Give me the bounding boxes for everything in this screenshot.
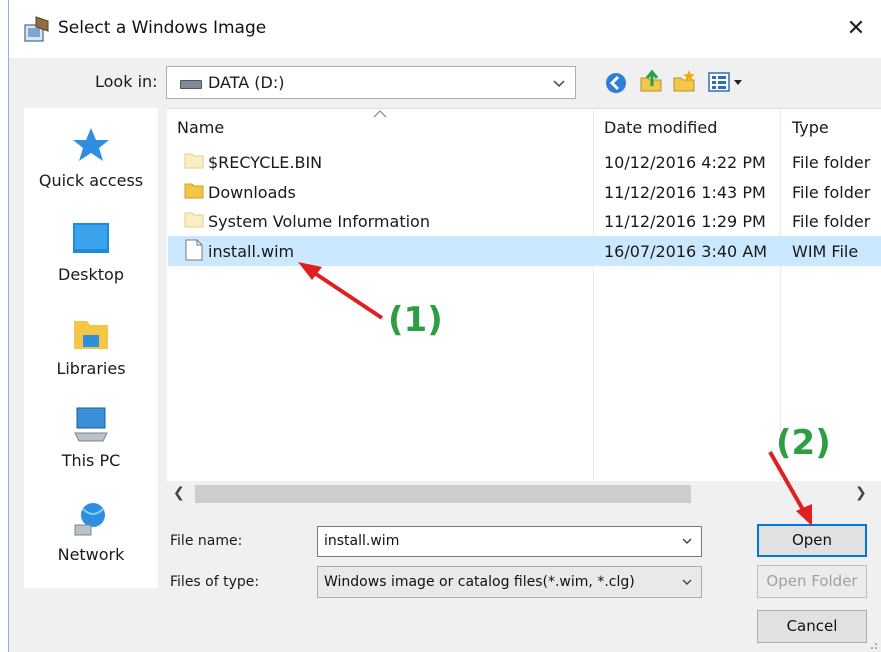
file-type: File folder [792, 183, 871, 202]
file-name: System Volume Information [208, 212, 430, 231]
place-this-pc[interactable]: This PC [24, 405, 158, 470]
file-date: 16/07/2016 3:40 AM [604, 242, 768, 261]
place-libraries[interactable]: Libraries [24, 313, 158, 378]
libraries-icon [74, 321, 108, 349]
folder-icon [184, 212, 204, 228]
file-name-value: install.wim [324, 533, 400, 549]
place-label: Network [57, 545, 125, 564]
new-folder-icon[interactable] [671, 68, 697, 94]
scroll-left-icon[interactable]: ❮ [173, 485, 185, 501]
chevron-down-icon[interactable] [552, 76, 566, 90]
scrollbar-thumb[interactable] [195, 485, 691, 503]
file-type: File folder [792, 153, 871, 172]
file-type-value: Windows image or catalog files(*.wim, *.… [324, 574, 635, 590]
folder-icon [184, 183, 204, 199]
drive-icon [180, 80, 202, 89]
file-date: 10/12/2016 4:22 PM [604, 153, 766, 172]
file-name: $RECYCLE.BIN [208, 153, 323, 172]
windows-image-icon [24, 16, 49, 42]
look-in-label: Look in: [95, 72, 158, 91]
file-type-label: Files of type: [170, 574, 260, 590]
file-icon [185, 239, 203, 261]
view-menu-icon[interactable] [708, 71, 748, 93]
computer-icon [74, 407, 108, 442]
sort-ascending-icon [373, 110, 387, 118]
place-label: Desktop [58, 265, 124, 284]
place-desktop[interactable]: Desktop [24, 219, 158, 284]
file-name: install.wim [208, 242, 295, 261]
star-icon [73, 128, 109, 161]
file-date: 11/12/2016 1:43 PM [604, 183, 766, 202]
place-label: Quick access [38, 171, 144, 190]
network-icon [74, 503, 105, 536]
folder-icon [184, 153, 204, 169]
open-button[interactable]: Open [757, 524, 867, 557]
place-label: This PC [61, 451, 121, 470]
file-name-label: File name: [170, 533, 243, 549]
place-network[interactable]: Network [24, 499, 158, 564]
scroll-right-icon[interactable]: ❯ [855, 485, 867, 501]
open-folder-button[interactable]: Open Folder [757, 565, 867, 598]
annotation-step-1: (1) [388, 300, 443, 340]
column-header-name[interactable]: Name [177, 118, 224, 137]
file-date: 11/12/2016 1:29 PM [604, 212, 766, 231]
resize-grip-icon[interactable] [866, 638, 878, 650]
column-header-date[interactable]: Date modified [604, 118, 717, 137]
desktop-icon [73, 223, 109, 253]
up-folder-icon[interactable] [638, 68, 664, 94]
close-button[interactable]: ✕ [836, 8, 876, 50]
file-name: Downloads [208, 183, 296, 202]
cancel-button[interactable]: Cancel [757, 610, 867, 643]
look-in-value: DATA (D:) [208, 73, 285, 92]
place-label: Libraries [56, 359, 126, 378]
column-header-type[interactable]: Type [792, 118, 829, 137]
place-quick-access[interactable]: Quick access [24, 125, 158, 190]
file-type: WIM File [792, 242, 859, 261]
dialog-title: Select a Windows Image [58, 18, 267, 38]
chevron-down-icon[interactable] [681, 576, 693, 588]
chevron-down-icon[interactable] [681, 535, 693, 547]
back-icon[interactable] [603, 70, 629, 96]
annotation-step-2: (2) [776, 423, 831, 463]
file-type: File folder [792, 212, 871, 231]
